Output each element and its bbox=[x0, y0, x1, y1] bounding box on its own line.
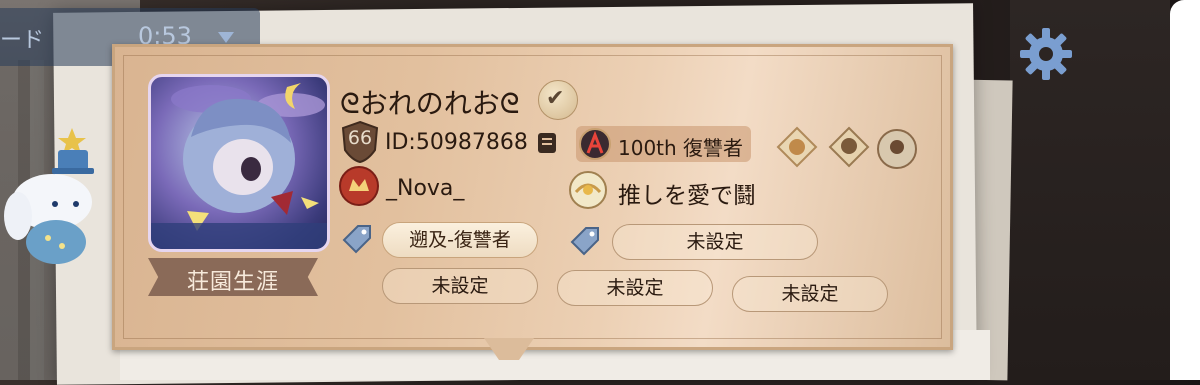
screen-edge bbox=[1170, 0, 1200, 380]
player-avatar[interactable] bbox=[148, 74, 330, 252]
side-character-figure bbox=[4, 128, 94, 264]
tag-icon bbox=[342, 225, 371, 254]
gear-icon[interactable] bbox=[1018, 26, 1074, 82]
motto-medal-icon bbox=[569, 171, 607, 209]
badge-circle-icon[interactable] bbox=[876, 128, 918, 170]
motto-text: 推しを愛で鬪 bbox=[618, 183, 756, 209]
tag-button-4[interactable]: 未設定 bbox=[557, 270, 713, 306]
badge-diamond-1-icon[interactable] bbox=[776, 126, 818, 168]
player-level: 66 bbox=[347, 127, 373, 149]
team-emblem-icon[interactable] bbox=[338, 165, 380, 207]
avatar-artwork bbox=[151, 83, 327, 249]
rank-emblem-icon bbox=[579, 128, 611, 160]
chevron-down-icon[interactable] bbox=[218, 32, 234, 43]
notebook-icon[interactable] bbox=[536, 132, 558, 154]
tag-button-2[interactable]: 未設定 bbox=[612, 224, 818, 260]
rank-text: 100th 復讐者 bbox=[618, 136, 744, 160]
mode-label[interactable]: ード bbox=[0, 22, 44, 54]
tag-button-3[interactable]: 未設定 bbox=[382, 268, 538, 304]
team-name: _Nova_ bbox=[386, 176, 465, 201]
player-name: ᘓおれのれおᘓ bbox=[340, 87, 520, 120]
badge-diamond-2-icon[interactable] bbox=[828, 126, 870, 168]
career-label[interactable]: 荘園生涯 bbox=[148, 264, 318, 296]
tag-button-1[interactable]: 遡及-復讐者 bbox=[382, 222, 538, 258]
checkmark-icon: ✔ bbox=[546, 86, 565, 111]
player-id: ID:50987868 bbox=[385, 130, 528, 155]
tag-button-5[interactable]: 未設定 bbox=[732, 276, 888, 312]
tag-icon bbox=[570, 227, 599, 256]
